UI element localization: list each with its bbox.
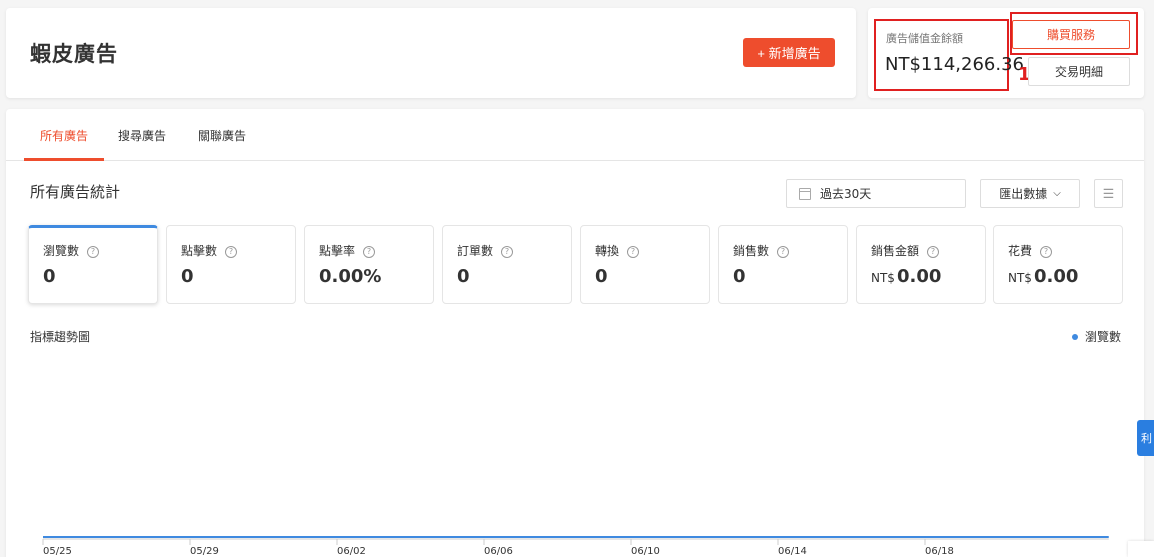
metric-value: 0 [595,266,608,287]
metric-label: 點擊數 [181,244,218,258]
tab-search-ads[interactable]: 搜尋廣告 [118,127,166,161]
metric-value: 0 [181,266,194,287]
date-range-label: 過去30天 [820,187,872,201]
metric-label: 瀏覽數 [43,244,80,258]
ad-type-tabs: 所有廣告 搜尋廣告 關聯廣告 [6,109,1144,161]
side-tab[interactable]: 利 [1137,420,1154,456]
help-icon[interactable]: ? [777,246,790,258]
metric-label-wrap: 銷售數? [733,242,790,259]
metric-label: 銷售數 [733,244,770,258]
balance-label: 廣告儲值金餘額 [886,32,963,45]
metric-card-views[interactable]: 瀏覽數? 0 [28,225,158,304]
metric-label: 花費 [1008,244,1033,258]
metric-card-orders[interactable]: 訂單數? 0 [442,225,572,304]
help-icon[interactable]: ? [87,246,100,258]
metric-label: 銷售金額 [871,244,920,258]
metric-value: NT$ 0.00 [871,266,941,287]
stats-title: 所有廣告統計 [30,183,121,201]
metric-card-spend[interactable]: 花費? NT$ 0.00 [993,225,1123,304]
currency-prefix: NT$ [871,271,895,285]
chart-legend[interactable]: 瀏覽數 [1072,328,1121,345]
metric-amount: 0.00 [896,266,942,287]
help-icon[interactable]: ? [225,246,238,258]
trend-chart: 05/25 05/29 06/02 06/06 06/10 06/14 06/18 [42,536,1109,557]
tab-related-ads[interactable]: 關聯廣告 [198,127,246,161]
main-card: 所有廣告 搜尋廣告 關聯廣告 所有廣告統計 過去30天 匯出數據 ⌵ ☰ 瀏覽數… [6,109,1144,557]
metric-card-ctr[interactable]: 點擊率? 0.00% [304,225,434,304]
column-menu-button[interactable]: ☰ [1094,179,1123,208]
metric-label-wrap: 訂單數? [457,242,514,259]
metric-amount: 0.00 [1033,266,1079,287]
metric-label-wrap: 轉換? [595,242,640,259]
help-icon[interactable]: ? [627,246,640,258]
metric-label-wrap: 銷售金額? [871,242,940,259]
x-tick-label: 06/10 [631,546,660,557]
metric-label-wrap: 花費? [1008,242,1053,259]
currency-prefix: NT$ [1008,271,1032,285]
chevron-down-icon: ⌵ [1053,188,1061,199]
help-icon[interactable]: ? [1040,246,1053,258]
buy-service-button[interactable]: 購買服務 [1012,20,1130,49]
metric-label: 轉換 [595,244,620,258]
corner-widget[interactable] [1128,541,1154,557]
metric-value: 0 [43,266,56,287]
metric-card-conversions[interactable]: 轉換? 0 [580,225,710,304]
menu-icon: ☰ [1102,185,1115,201]
metric-label-wrap: 點擊率? [319,242,376,259]
transaction-details-button[interactable]: 交易明細 [1028,57,1130,86]
metric-value: NT$ 0.00 [1008,266,1078,287]
metric-card-clicks[interactable]: 點擊數? 0 [166,225,296,304]
legend-dot-icon [1072,333,1078,340]
trend-chart-title: 指標趨勢圖 [30,330,91,344]
metric-value: 0.00% [319,266,382,287]
help-icon[interactable]: ? [927,246,940,258]
balance-value: NT$114,266.36 [885,54,1024,75]
page-title: 蝦皮廣告 [30,42,118,66]
metric-card-gmv[interactable]: 銷售金額? NT$ 0.00 [856,225,986,304]
metric-label-wrap: 點擊數? [181,242,238,259]
date-range-picker[interactable]: 過去30天 [786,179,966,208]
metric-label: 點擊率 [319,244,356,258]
x-tick-label: 06/06 [484,546,513,557]
tab-all-ads[interactable]: 所有廣告 [24,127,104,161]
export-data-button[interactable]: 匯出數據 ⌵ [980,179,1080,208]
metric-value: 0 [733,266,746,287]
x-tick-label: 06/18 [925,546,954,557]
metric-card-items-sold[interactable]: 銷售數? 0 [718,225,848,304]
export-label: 匯出數據 [999,187,1048,201]
metric-label: 訂單數 [457,244,494,258]
x-tick-label: 06/14 [778,546,807,557]
x-tick-label: 05/29 [190,546,219,557]
x-tick-label: 05/25 [43,546,72,557]
new-ad-button[interactable]: + 新增廣告 [743,38,835,67]
header-card: 蝦皮廣告 + 新增廣告 [6,8,856,98]
help-icon[interactable]: ? [363,246,376,258]
balance-card: 廣告儲值金餘額 NT$114,266.36 購買服務 1 交易明細 [868,8,1144,98]
calendar-icon [799,187,811,200]
metric-label-wrap: 瀏覽數? [43,242,100,259]
metric-value: 0 [457,266,470,287]
help-icon[interactable]: ? [501,246,514,258]
legend-label: 瀏覽數 [1085,330,1122,344]
x-tick-label: 06/02 [337,546,366,557]
balance-highlight-box: 廣告儲值金餘額 NT$114,266.36 [874,19,1024,91]
